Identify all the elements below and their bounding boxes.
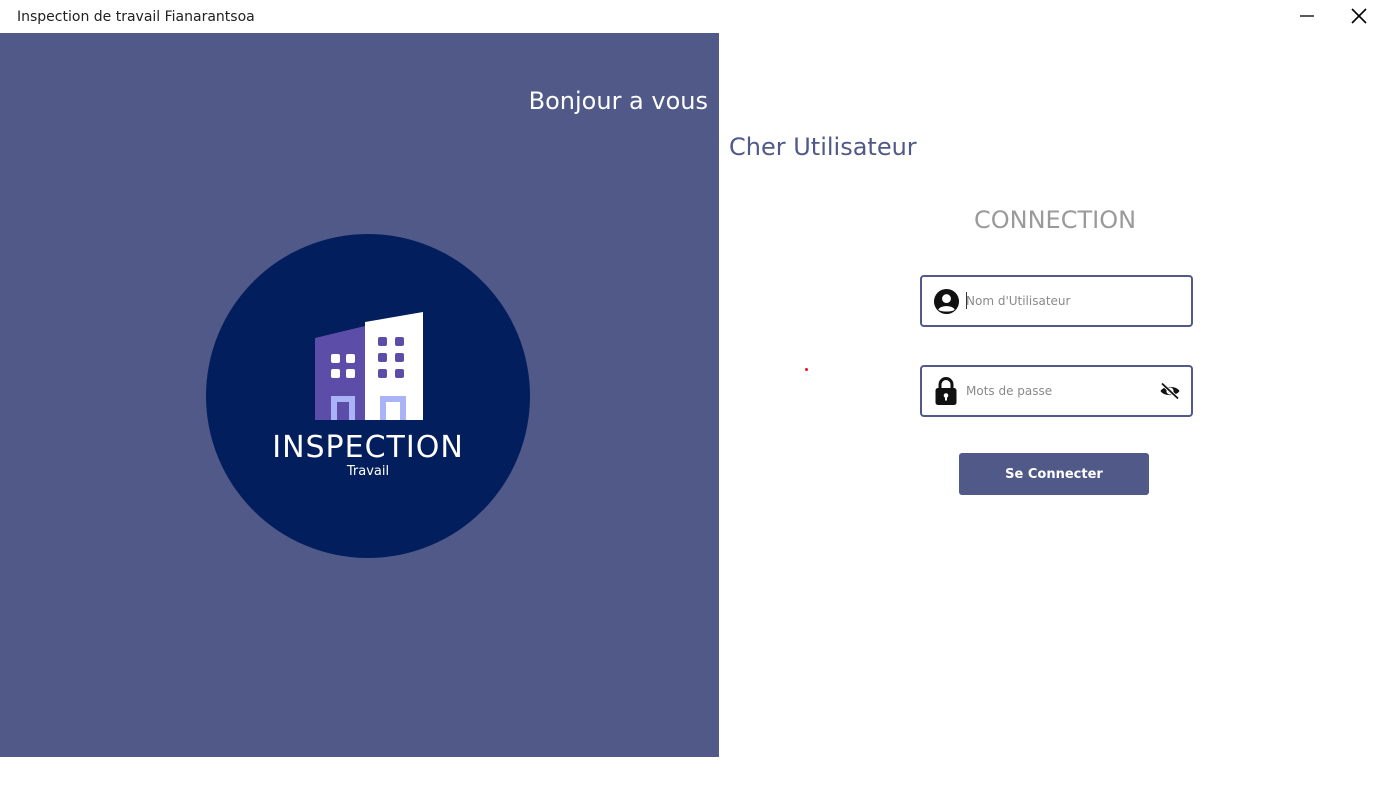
password-field[interactable] [920, 365, 1193, 417]
minimize-button[interactable] [1284, 0, 1330, 32]
username-field[interactable] [920, 275, 1193, 327]
logo-subtitle: Travail [346, 464, 390, 479]
minimize-icon [1300, 15, 1314, 17]
form-title: CONNECTION [974, 206, 1137, 234]
lock-icon [932, 377, 960, 405]
login-button[interactable]: Se Connecter [959, 453, 1149, 495]
window-title: Inspection de travail Fianarantsoa [17, 9, 255, 25]
subheading: Cher Utilisateur [729, 133, 917, 161]
logo: INSPECTION Travail [206, 234, 530, 558]
greeting-text: Bonjour a vous [528, 87, 708, 115]
close-button[interactable] [1336, 0, 1376, 32]
left-panel: Bonjour a vous INSPECTION Travail [0, 33, 719, 757]
bottom-strip [0, 757, 1376, 785]
title-bar: Inspection de travail Fianarantsoa [0, 0, 1376, 33]
text-cursor [966, 292, 967, 309]
user-icon [932, 287, 960, 315]
eye-off-icon [1160, 382, 1180, 400]
password-input[interactable] [966, 380, 1151, 402]
buildings-icon [315, 312, 423, 420]
username-input[interactable] [966, 290, 1151, 312]
login-window: Inspection de travail Fianarantsoa Bonjo… [0, 0, 1376, 785]
indicator-dot [805, 368, 808, 371]
close-icon [1351, 8, 1367, 24]
logo-title: INSPECTION [272, 430, 464, 465]
show-password-toggle[interactable] [1158, 380, 1182, 402]
